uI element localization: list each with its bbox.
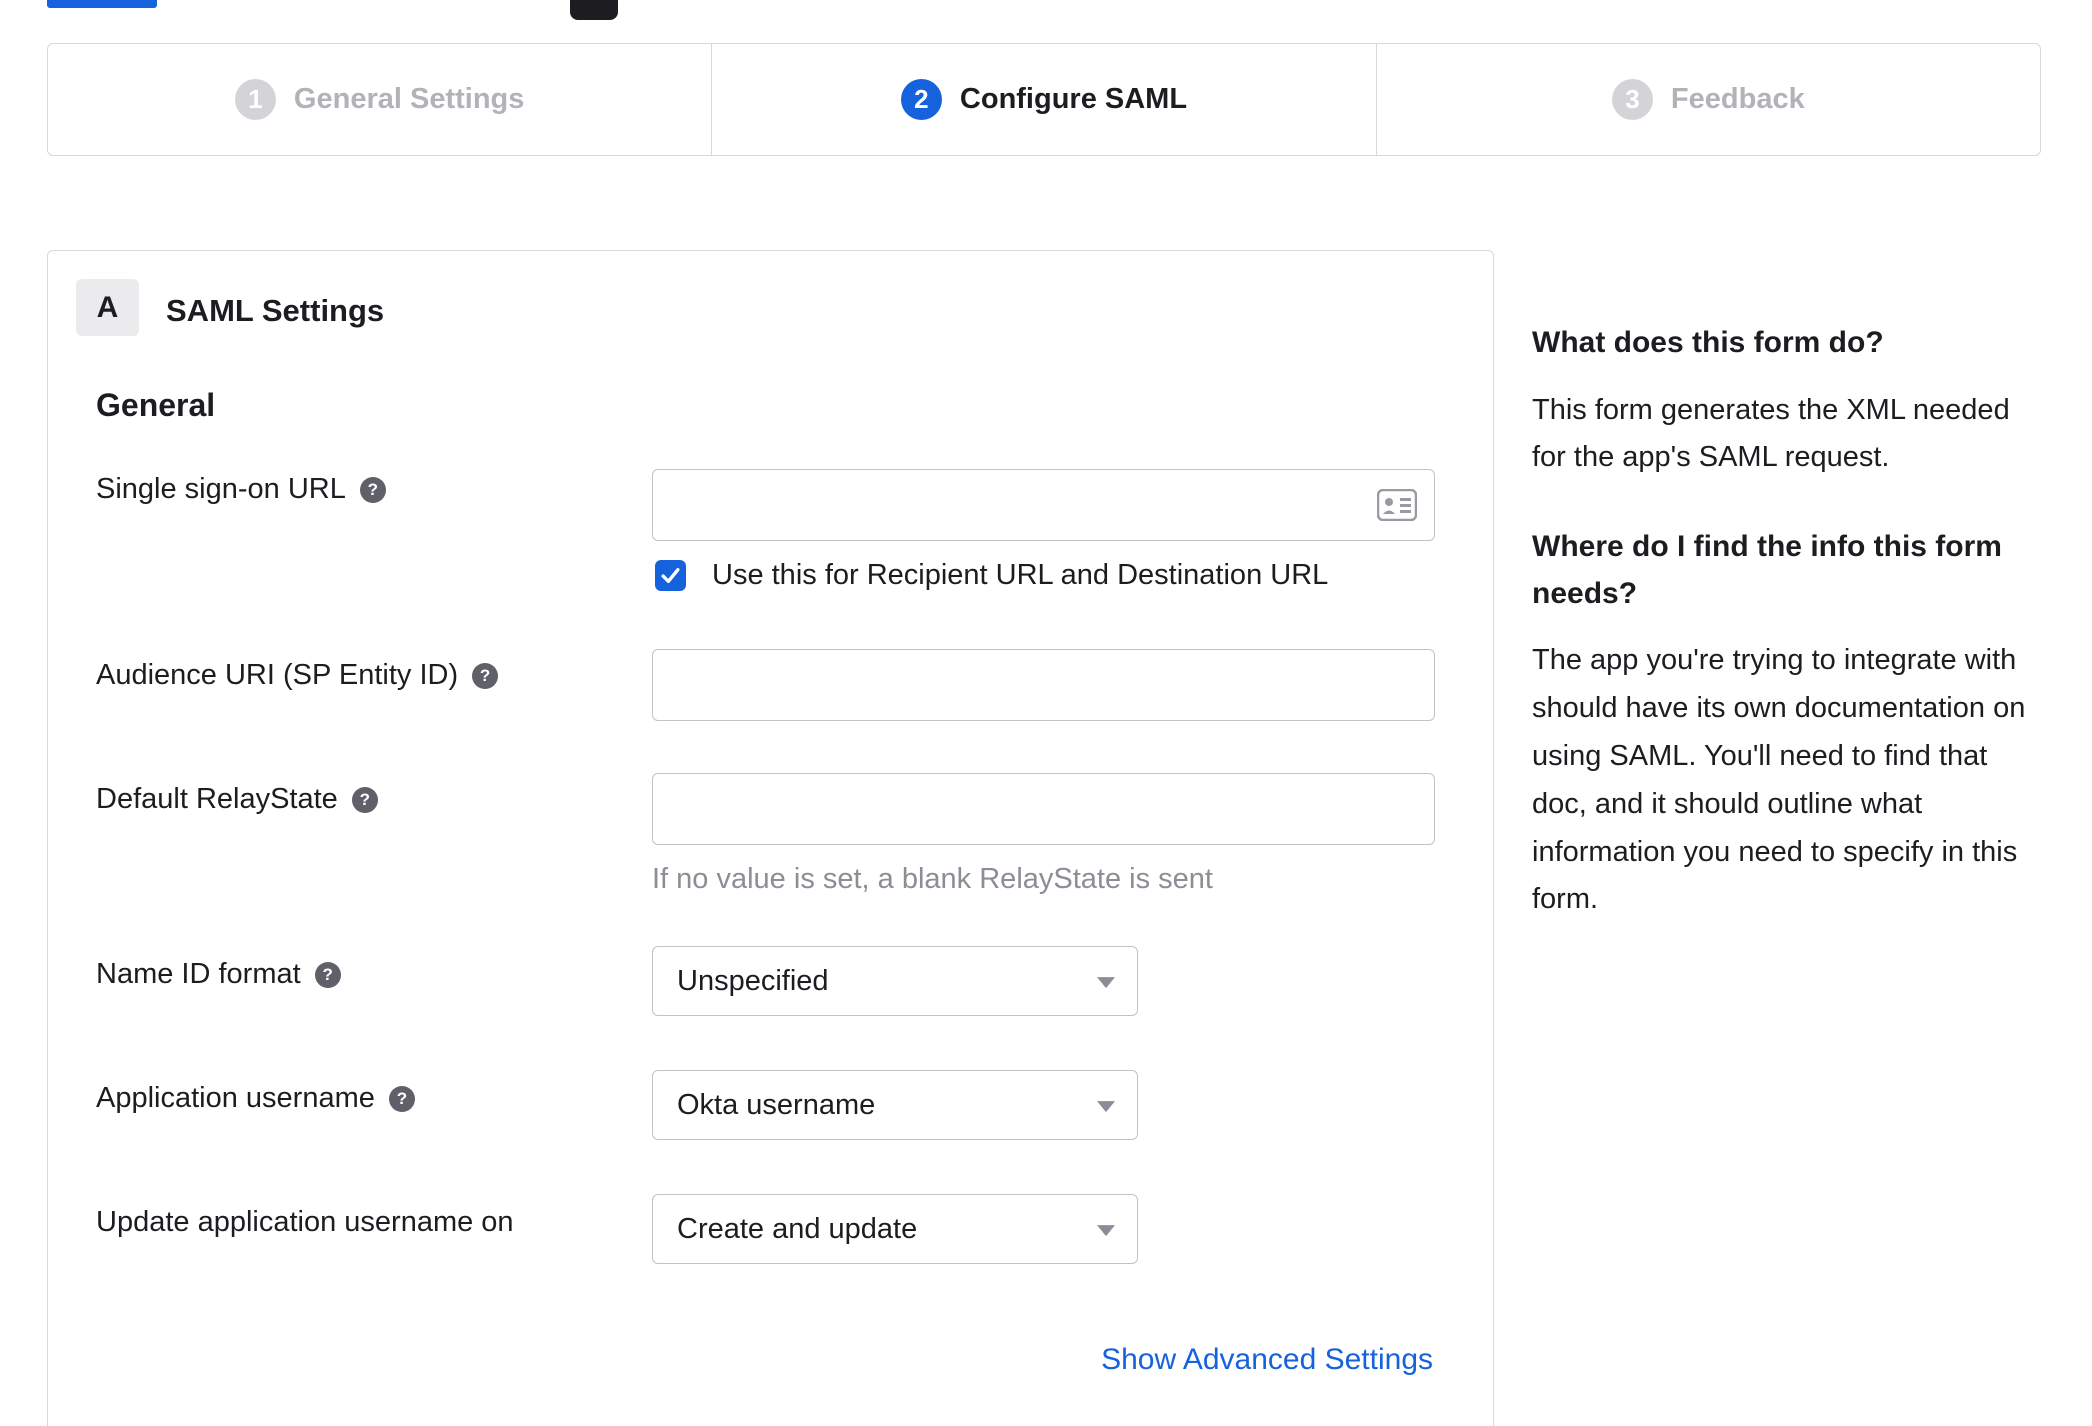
relay-state-input[interactable]: [652, 773, 1435, 845]
application-username-label: Application username ?: [96, 1082, 415, 1115]
help-question-1: What does this form do?: [1532, 326, 1884, 359]
recipient-url-checkbox[interactable]: [655, 560, 686, 591]
recipient-url-checkbox-row: Use this for Recipient URL and Destinati…: [655, 559, 1328, 592]
update-username-select[interactable]: Create and update: [652, 1194, 1138, 1264]
show-advanced-settings-link[interactable]: Show Advanced Settings: [1101, 1343, 1433, 1377]
chevron-down-icon: [1097, 1101, 1115, 1113]
update-username-label: Update application username on: [96, 1206, 514, 1239]
selected-value: Create and update: [677, 1212, 918, 1245]
checkmark-icon: [661, 568, 680, 583]
label-text: Audience URI (SP Entity ID): [96, 659, 459, 691]
label-text: Default RelayState: [96, 783, 338, 815]
label-text: Application username: [96, 1082, 375, 1114]
step-number-badge: 2: [900, 79, 942, 120]
sso-url-input-wrap: [652, 469, 1435, 541]
section-a-badge: A: [76, 279, 139, 336]
relay-state-helper-text: If no value is set, a blank RelayState i…: [652, 863, 1213, 895]
step-number-badge: 3: [1611, 79, 1653, 120]
step-general-settings[interactable]: 1 General Settings: [48, 44, 713, 155]
label-text: Update application username on: [96, 1206, 514, 1238]
name-id-format-label: Name ID format ?: [96, 958, 341, 991]
selected-value: Unspecified: [677, 964, 829, 997]
step-label: Feedback: [1670, 83, 1805, 115]
sso-url-input[interactable]: [652, 469, 1435, 541]
general-section-title: General: [96, 387, 216, 423]
sso-url-label: Single sign-on URL ?: [96, 473, 386, 506]
help-icon[interactable]: ?: [388, 1085, 415, 1112]
step-feedback[interactable]: 3 Feedback: [1377, 44, 2040, 155]
help-icon[interactable]: ?: [314, 961, 341, 988]
audience-uri-label: Audience URI (SP Entity ID) ?: [96, 659, 499, 692]
saml-settings-panel: A SAML Settings General Single sign-on U…: [47, 250, 1494, 1426]
help-icon[interactable]: ?: [472, 662, 499, 689]
help-answer-1: This form generates the XML needed for t…: [1532, 393, 2010, 474]
cutoff-header-fragment-blue: [47, 0, 157, 8]
application-username-select[interactable]: Okta username: [652, 1070, 1138, 1140]
help-answer-2: The app you're trying to integrate with …: [1532, 644, 2026, 916]
label-text: Name ID format: [96, 958, 301, 990]
name-id-format-select[interactable]: Unspecified: [652, 946, 1138, 1016]
page: 1 General Settings 2 Configure SAML 3 Fe…: [0, 0, 2092, 1426]
audience-uri-input[interactable]: [652, 649, 1435, 721]
wizard-stepper: 1 General Settings 2 Configure SAML 3 Fe…: [47, 43, 2041, 156]
chevron-down-icon: [1097, 1225, 1115, 1237]
panel-title: SAML Settings: [166, 293, 385, 328]
step-label: Configure SAML: [959, 83, 1188, 115]
relay-state-label: Default RelayState ?: [96, 783, 378, 816]
chevron-down-icon: [1097, 977, 1115, 989]
step-configure-saml[interactable]: 2 Configure SAML: [712, 44, 1377, 155]
help-icon[interactable]: ?: [351, 786, 378, 813]
recipient-url-checkbox-label: Use this for Recipient URL and Destinati…: [712, 559, 1329, 591]
step-number-badge: 1: [234, 79, 276, 120]
cutoff-header-fragment-dark: [570, 0, 618, 20]
label-text: Single sign-on URL: [96, 473, 346, 505]
selected-value: Okta username: [677, 1088, 876, 1121]
step-label: General Settings: [293, 83, 525, 115]
help-sidebar: What does this form do? This form genera…: [1532, 320, 2037, 966]
help-icon[interactable]: ?: [359, 476, 386, 503]
contact-card-icon[interactable]: [1377, 489, 1417, 521]
help-question-2: Where do I find the info this form needs…: [1532, 530, 2002, 610]
